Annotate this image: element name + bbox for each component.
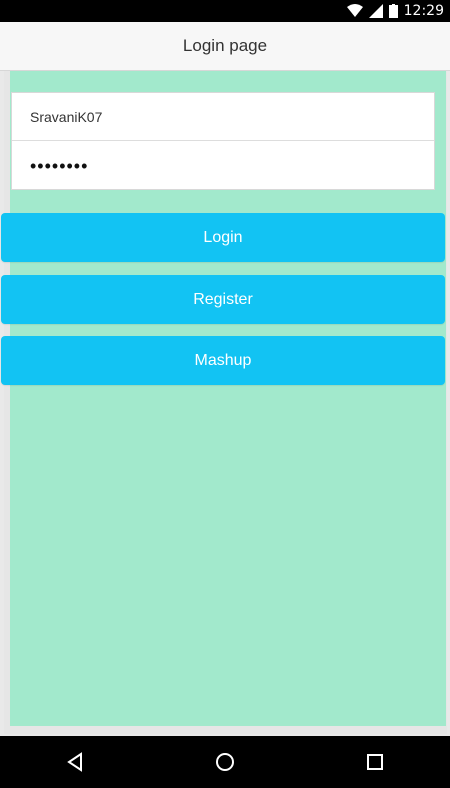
battery-icon [388,4,398,18]
register-button-label: Register [193,290,253,308]
status-icons: 12:29 [346,0,444,22]
username-field[interactable]: SravaniK07 [12,93,434,141]
register-button[interactable]: Register [1,275,445,324]
username-value: SravaniK07 [30,108,103,125]
status-bar: 12:29 [0,0,450,22]
status-time: 12:29 [403,3,444,19]
password-field[interactable]: •••••••• [12,142,434,190]
login-button[interactable]: Login [1,213,445,262]
wifi-icon [346,4,363,18]
login-button-label: Login [203,228,243,246]
page-title: Login page [182,36,268,55]
home-icon[interactable] [211,748,239,776]
signal-icon [368,4,383,18]
password-value: •••••••• [30,155,89,176]
recents-icon[interactable] [361,748,389,776]
mashup-button-label: Mashup [194,351,252,369]
navigation-bar [0,736,450,788]
back-icon[interactable] [61,748,89,776]
login-form: SravaniK07 •••••••• [11,92,435,190]
app-header: Login page [0,22,450,71]
mashup-button[interactable]: Mashup [1,336,445,385]
